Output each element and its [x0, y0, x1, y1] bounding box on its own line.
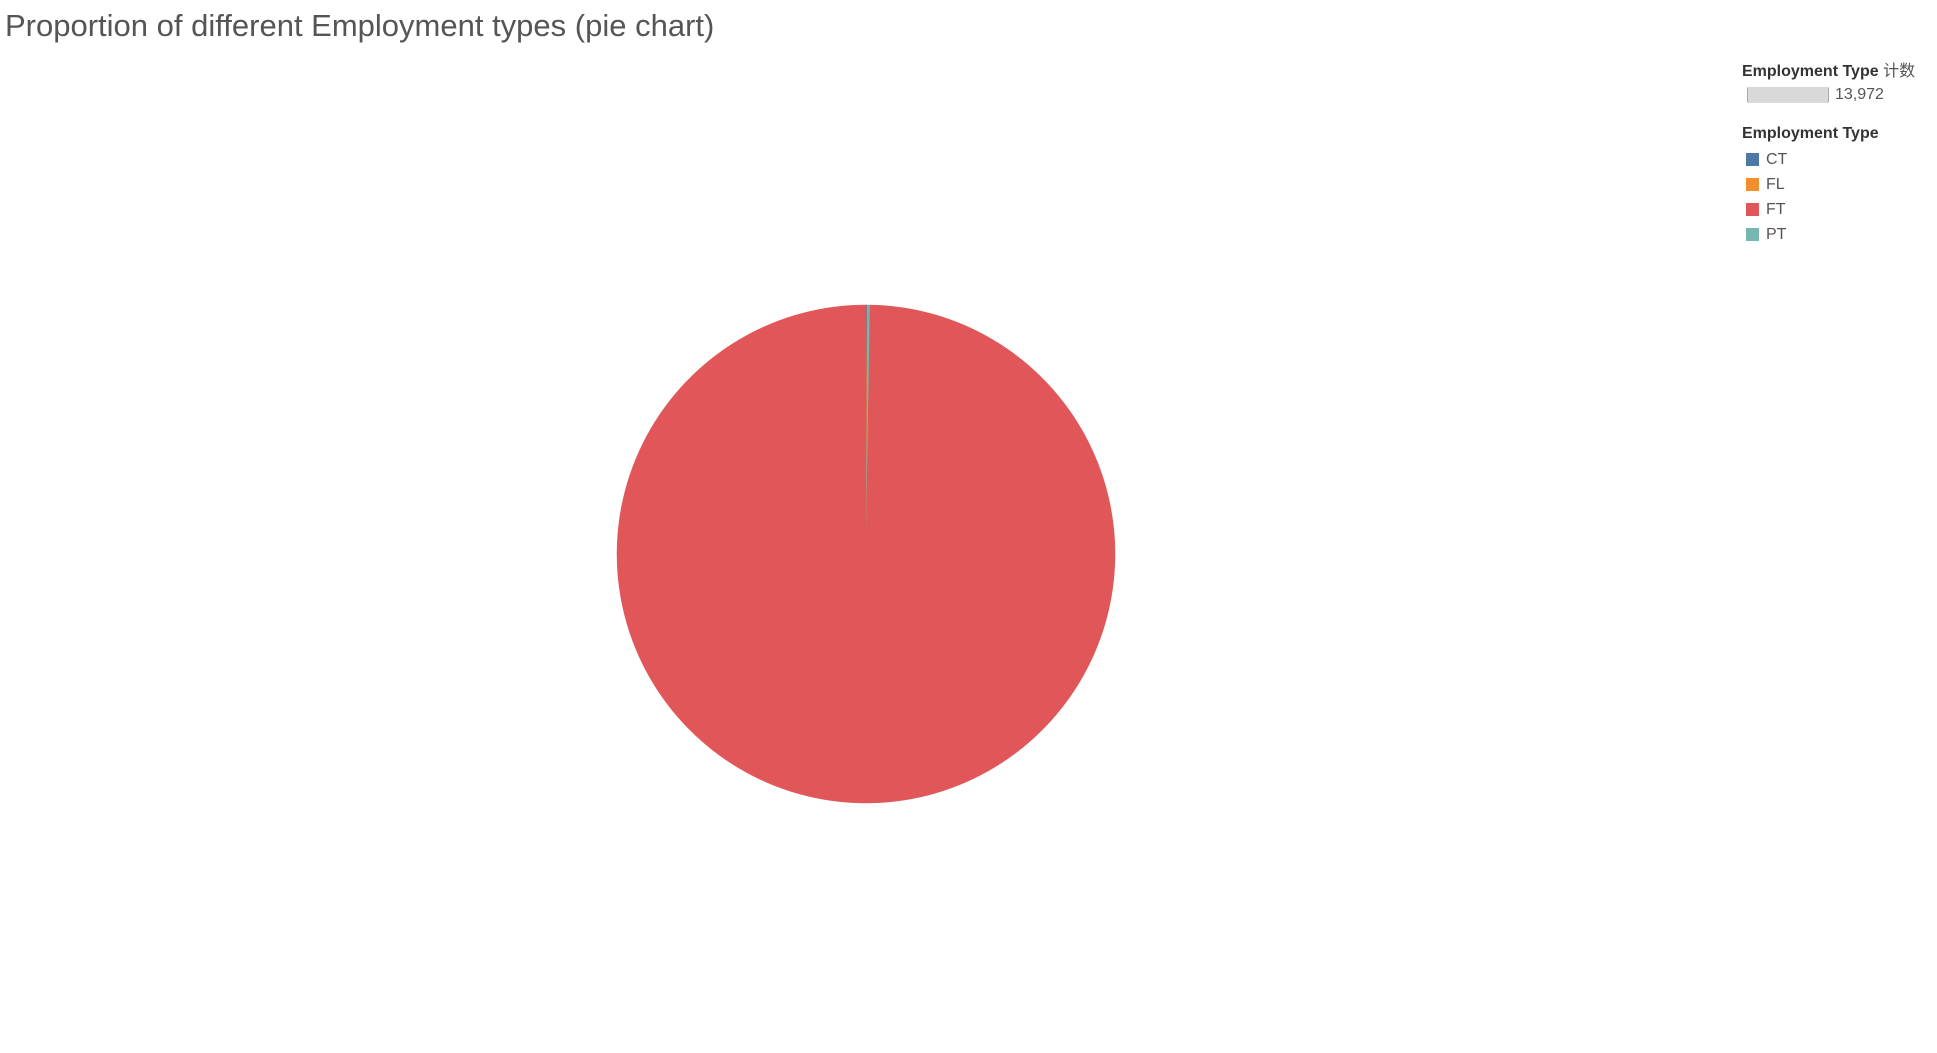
legend-swatch-fl	[1746, 178, 1759, 191]
pie-slices	[616, 304, 1116, 804]
legend-swatch-ct	[1746, 153, 1759, 166]
size-legend-title-text: Employment Type	[1742, 63, 1879, 80]
legend-item-ct[interactable]: CT	[1742, 147, 1932, 172]
legend-swatch-ft	[1746, 203, 1759, 216]
color-legend[interactable]: Employment Type CT FL FT PT	[1742, 124, 1932, 247]
size-legend: Employment Type 计数 13,972	[1742, 62, 1932, 106]
legend-panel: Employment Type 计数 13,972 Employment Typ…	[1742, 62, 1932, 247]
size-legend-title: Employment Type 计数	[1742, 62, 1932, 82]
legend-item-fl[interactable]: FL	[1742, 172, 1932, 197]
legend-item-pt[interactable]: PT	[1742, 222, 1932, 247]
legend-label-pt: PT	[1766, 225, 1787, 243]
color-legend-title: Employment Type	[1742, 125, 1879, 142]
size-legend-value: 13,972	[1835, 86, 1884, 103]
legend-label-ft: FT	[1766, 200, 1786, 218]
pie-chart	[616, 304, 1116, 804]
size-legend-title-suffix: 计数	[1883, 63, 1916, 80]
legend-swatch-pt	[1746, 228, 1759, 241]
legend-label-ct: CT	[1766, 150, 1788, 168]
size-legend-swatch	[1747, 87, 1829, 103]
size-legend-row: 13,972	[1742, 84, 1932, 106]
color-legend-items: CT FL FT PT	[1742, 147, 1932, 247]
legend-item-ft[interactable]: FT	[1742, 197, 1932, 222]
legend-label-fl: FL	[1766, 175, 1785, 193]
pie-slice-ft[interactable]	[616, 304, 1116, 804]
